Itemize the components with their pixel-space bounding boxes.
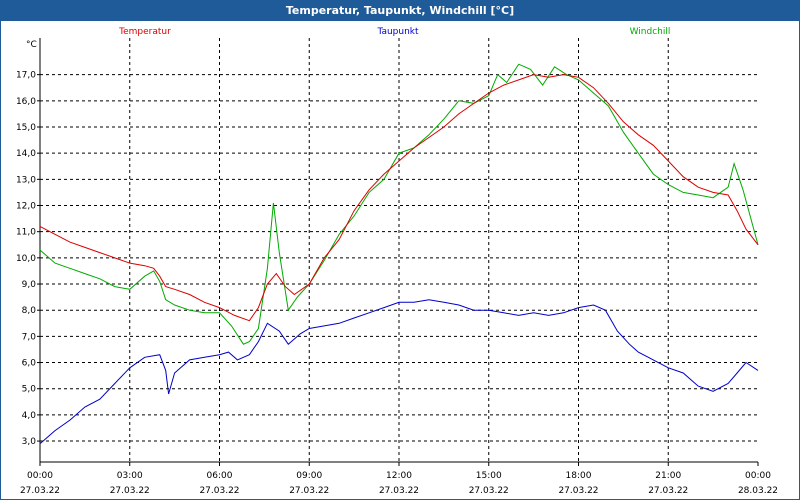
- x-tick-time: 18:00: [566, 471, 592, 481]
- x-tick-date: 28.03.22: [738, 486, 778, 496]
- y-tick-label: 15,0: [16, 123, 36, 133]
- x-tick-date: 27.03.22: [379, 486, 419, 496]
- y-tick-label: 14,0: [16, 149, 36, 159]
- window-title: Temperatur, Taupunkt, Windchill [°C]: [1, 1, 799, 21]
- y-tick-label: 4,0: [22, 411, 37, 421]
- y-tick-label: 7,0: [22, 332, 37, 342]
- x-tick-date: 27.03.22: [469, 486, 509, 496]
- legend-temperatur: Temperatur: [118, 27, 171, 37]
- legend-taupunkt: Taupunkt: [376, 27, 419, 37]
- y-tick-label: 13,0: [16, 175, 36, 185]
- y-tick-label: 12,0: [16, 202, 36, 212]
- x-tick-time: 06:00: [207, 471, 233, 481]
- y-tick-label: 11,0: [16, 228, 36, 238]
- y-tick-label: 16,0: [16, 97, 36, 107]
- x-tick-date: 27.03.22: [558, 486, 598, 496]
- x-tick-time: 00:00: [27, 471, 53, 481]
- y-tick-label: 5,0: [22, 385, 37, 395]
- y-tick-label: 8,0: [22, 306, 37, 316]
- x-tick-date: 27.03.22: [648, 486, 688, 496]
- y-tick-label: 6,0: [22, 359, 37, 369]
- y-tick-label: 17,0: [16, 71, 36, 81]
- y-tick-label: 3,0: [22, 437, 37, 447]
- x-tick-time: 00:00: [745, 471, 771, 481]
- legend-windchill: Windchill: [630, 27, 671, 37]
- x-tick-time: 21:00: [655, 471, 681, 481]
- x-tick-date: 27.03.22: [20, 486, 60, 496]
- x-tick-date: 27.03.22: [289, 486, 329, 496]
- x-tick-date: 27.03.22: [199, 486, 239, 496]
- x-tick-date: 27.03.22: [110, 486, 150, 496]
- x-tick-time: 09:00: [296, 471, 322, 481]
- x-tick-time: 12:00: [386, 471, 412, 481]
- y-tick-label: 10,0: [16, 254, 36, 264]
- x-tick-time: 03:00: [117, 471, 143, 481]
- y-axis-unit: °C: [26, 40, 37, 50]
- y-tick-label: 9,0: [22, 280, 37, 290]
- chart-plot: 3,0 4,0 5,0 6,0 7,0 8,0 9,0 10,0 11,0 12,0 13,0 14,…: [16, 27, 778, 496]
- x-tick-time: 15:00: [476, 471, 502, 481]
